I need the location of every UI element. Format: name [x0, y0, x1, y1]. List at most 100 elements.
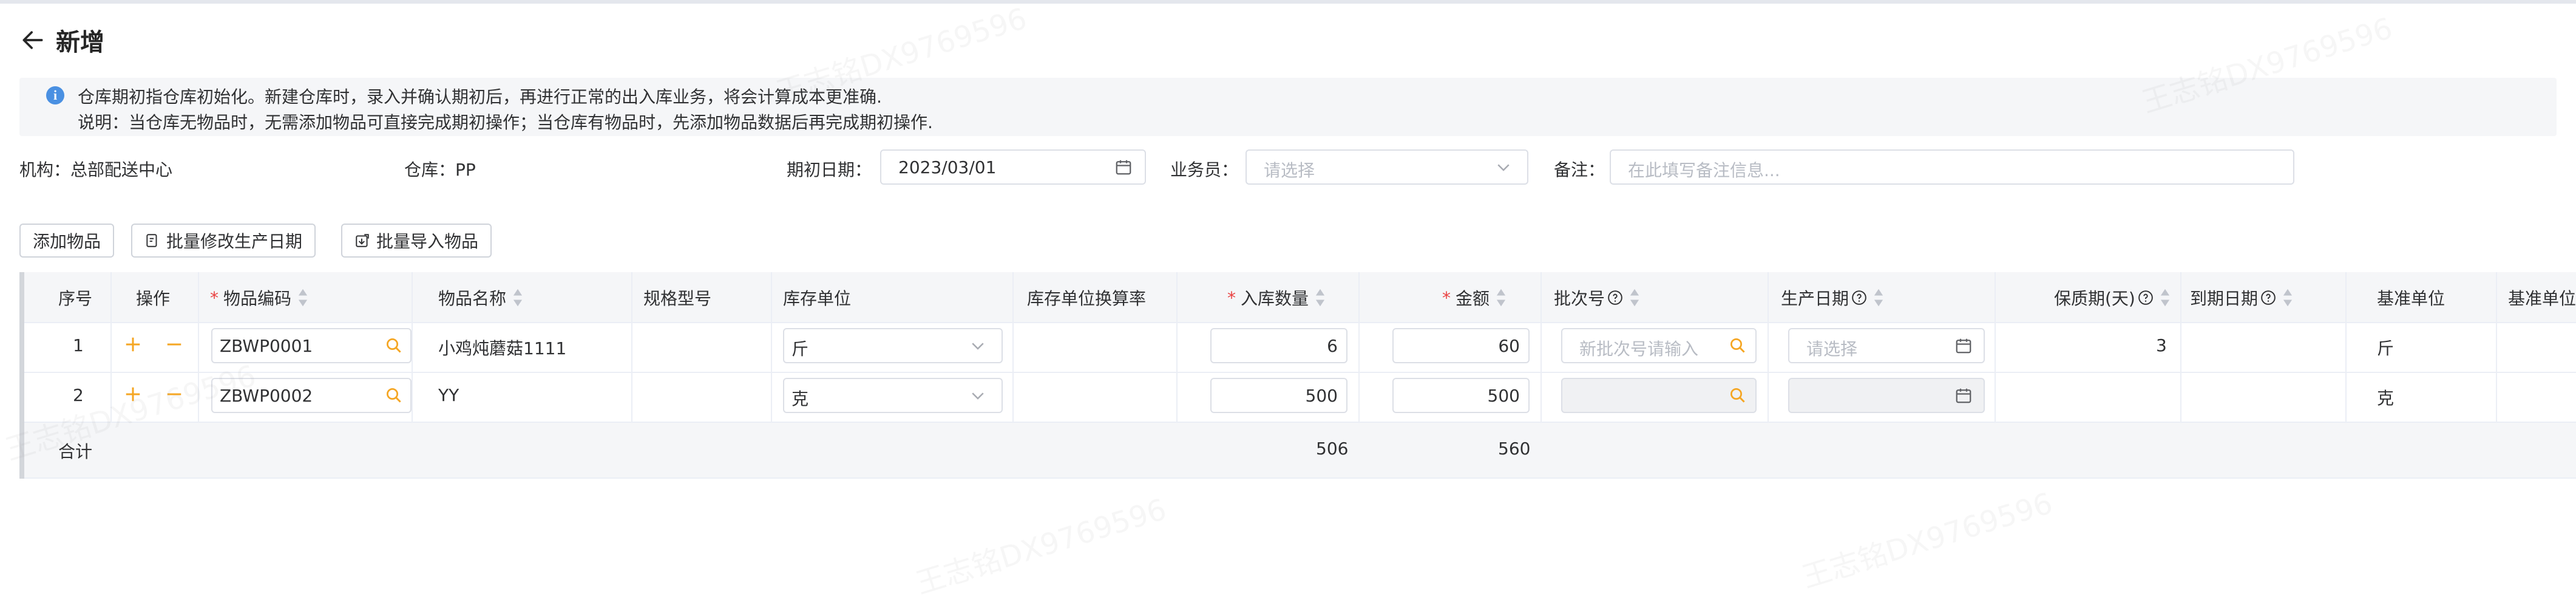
header-base-unit-text: 基准单位: [2377, 289, 2446, 309]
header-qty[interactable]: * 入库数量: [1227, 286, 1326, 310]
search-icon[interactable]: [1729, 386, 1747, 405]
col-divider: [412, 272, 413, 422]
row1-shelf: 3: [2156, 335, 2167, 355]
row1-unit-select[interactable]: 斤: [783, 328, 1003, 363]
header-qty-text: 入库数量: [1241, 289, 1309, 309]
back-arrow-icon[interactable]: [19, 27, 46, 53]
row1-name: 小鸡炖蘑菇1111: [438, 338, 567, 358]
col-divider: [2345, 272, 2347, 422]
question-icon[interactable]: [2260, 290, 2276, 306]
watermark: 王志铭DX9769596: [912, 492, 1170, 601]
row-divider: [19, 422, 2576, 423]
import-icon: [356, 234, 369, 247]
row2-prod-date-input[interactable]: [1788, 378, 1985, 413]
chevron-down-icon: [1497, 164, 1510, 171]
header-code[interactable]: * 物品编码: [210, 286, 308, 310]
header-spec-text: 规格型号: [643, 289, 712, 309]
summary-label: 合计: [58, 442, 93, 462]
header-rate-text: 库存单位换算率: [1027, 289, 1147, 309]
header-op-text: 操作: [136, 289, 171, 309]
col-divider: [1358, 272, 1360, 422]
header-code-text: 物品编码: [223, 289, 292, 309]
required-mark: *: [1442, 287, 1451, 308]
header-base-unit-2: 基准单位: [2508, 286, 2576, 310]
staff-select[interactable]: 请选择: [1246, 149, 1528, 185]
col-divider: [1995, 272, 1996, 422]
sort-icon[interactable]: [2160, 288, 2171, 307]
remark-label: 备注：: [1554, 160, 1605, 180]
plus-icon[interactable]: [124, 385, 142, 403]
row1-amount-input[interactable]: 60: [1392, 328, 1530, 363]
calendar-icon: [1956, 388, 1971, 403]
row1-prod-date-placeholder: 请选择: [1806, 339, 1858, 359]
row2-qty-value: 500: [1305, 386, 1338, 406]
header-base-unit: 基准单位: [2377, 286, 2445, 310]
row2-unit-value: 克: [791, 389, 809, 409]
batch-import-button[interactable]: 批量导入物品: [341, 224, 492, 258]
remark-input[interactable]: 在此填写备注信息...: [1610, 149, 2294, 185]
batch-import-label: 批量导入物品: [376, 231, 479, 251]
row1-code-input[interactable]: ZBWP0001: [211, 328, 382, 363]
header-op: 操作: [136, 286, 170, 310]
chevron-down-icon: [972, 392, 984, 400]
header-expire-text: 到期日期: [2190, 289, 2259, 309]
header-shelf[interactable]: 保质期(天): [2054, 286, 2171, 310]
sort-icon[interactable]: [1315, 288, 1326, 307]
org-label: 机构：总部配送中心: [19, 157, 172, 181]
search-icon[interactable]: [1729, 337, 1747, 355]
row2-amount-value: 500: [1487, 386, 1520, 406]
sort-icon[interactable]: [1629, 288, 1640, 307]
sort-icon[interactable]: [297, 288, 308, 307]
header-rate: 库存单位换算率: [1027, 286, 1146, 310]
watermark: 王志铭DX9769596: [1798, 486, 2056, 595]
question-icon[interactable]: [1607, 290, 1623, 306]
col-divider: [1541, 272, 1542, 422]
row1-amount-value: 60: [1498, 336, 1520, 356]
row2-name: YY: [438, 385, 459, 405]
header-batch[interactable]: 批次号: [1554, 286, 1640, 310]
minus-icon[interactable]: [165, 335, 183, 354]
plus-icon[interactable]: [124, 335, 142, 354]
items-table: 序号 操作 * 物品编码 物品名称 规格型号 库存单位 库存单位换算率 * 入库数量…: [19, 272, 2576, 479]
remark-placeholder: 在此填写备注信息...: [1628, 160, 1780, 180]
header-name[interactable]: 物品名称: [438, 286, 523, 310]
row-divider: [19, 477, 2576, 479]
page-title: 新增: [56, 29, 104, 56]
col-divider: [1176, 272, 1178, 422]
header-batch-text: 批次号: [1554, 289, 1605, 309]
top-divider: [0, 0, 2576, 4]
question-icon[interactable]: [1851, 290, 1867, 306]
org-value: 总部配送中心: [70, 160, 173, 180]
warehouse-label-text: 仓库：: [404, 160, 456, 180]
row2-code-search-button[interactable]: [378, 378, 412, 413]
row1-qty-input[interactable]: 6: [1210, 328, 1347, 363]
row1-prod-date-input[interactable]: 请选择: [1788, 328, 1985, 363]
row1-code-value: ZBWP0001: [220, 336, 313, 356]
edit-doc-icon: [146, 234, 157, 247]
row1-unit-value: 斤: [791, 339, 809, 359]
search-icon: [387, 388, 401, 403]
question-icon[interactable]: [2138, 290, 2154, 306]
date-input[interactable]: 2023/03/01: [880, 149, 1146, 185]
sort-icon[interactable]: [512, 288, 523, 307]
add-item-label: 添加物品: [33, 231, 101, 251]
row2-unit-select[interactable]: 克: [783, 378, 1003, 413]
row2-code-input[interactable]: ZBWP0002: [211, 378, 382, 413]
required-mark: *: [210, 287, 219, 308]
batch-edit-date-button[interactable]: 批量修改生产日期: [131, 224, 316, 258]
row1-batch-input[interactable]: 新批次号请输入: [1561, 328, 1757, 363]
sort-icon[interactable]: [1496, 288, 1507, 307]
add-item-button[interactable]: 添加物品: [19, 224, 115, 258]
sort-icon[interactable]: [2282, 288, 2293, 307]
row2-amount-input[interactable]: 500: [1392, 378, 1530, 413]
row1-code-search-button[interactable]: [378, 328, 412, 363]
chevron-down-icon: [972, 343, 984, 350]
row-divider: [19, 322, 2576, 323]
row2-batch-input[interactable]: [1561, 378, 1757, 413]
header-prod-date[interactable]: 生产日期: [1781, 286, 1884, 310]
row2-qty-input[interactable]: 500: [1210, 378, 1347, 413]
header-amount[interactable]: * 金额: [1442, 286, 1507, 310]
sort-icon[interactable]: [1873, 288, 1884, 307]
minus-icon[interactable]: [165, 385, 183, 403]
header-expire[interactable]: 到期日期: [2190, 286, 2293, 310]
